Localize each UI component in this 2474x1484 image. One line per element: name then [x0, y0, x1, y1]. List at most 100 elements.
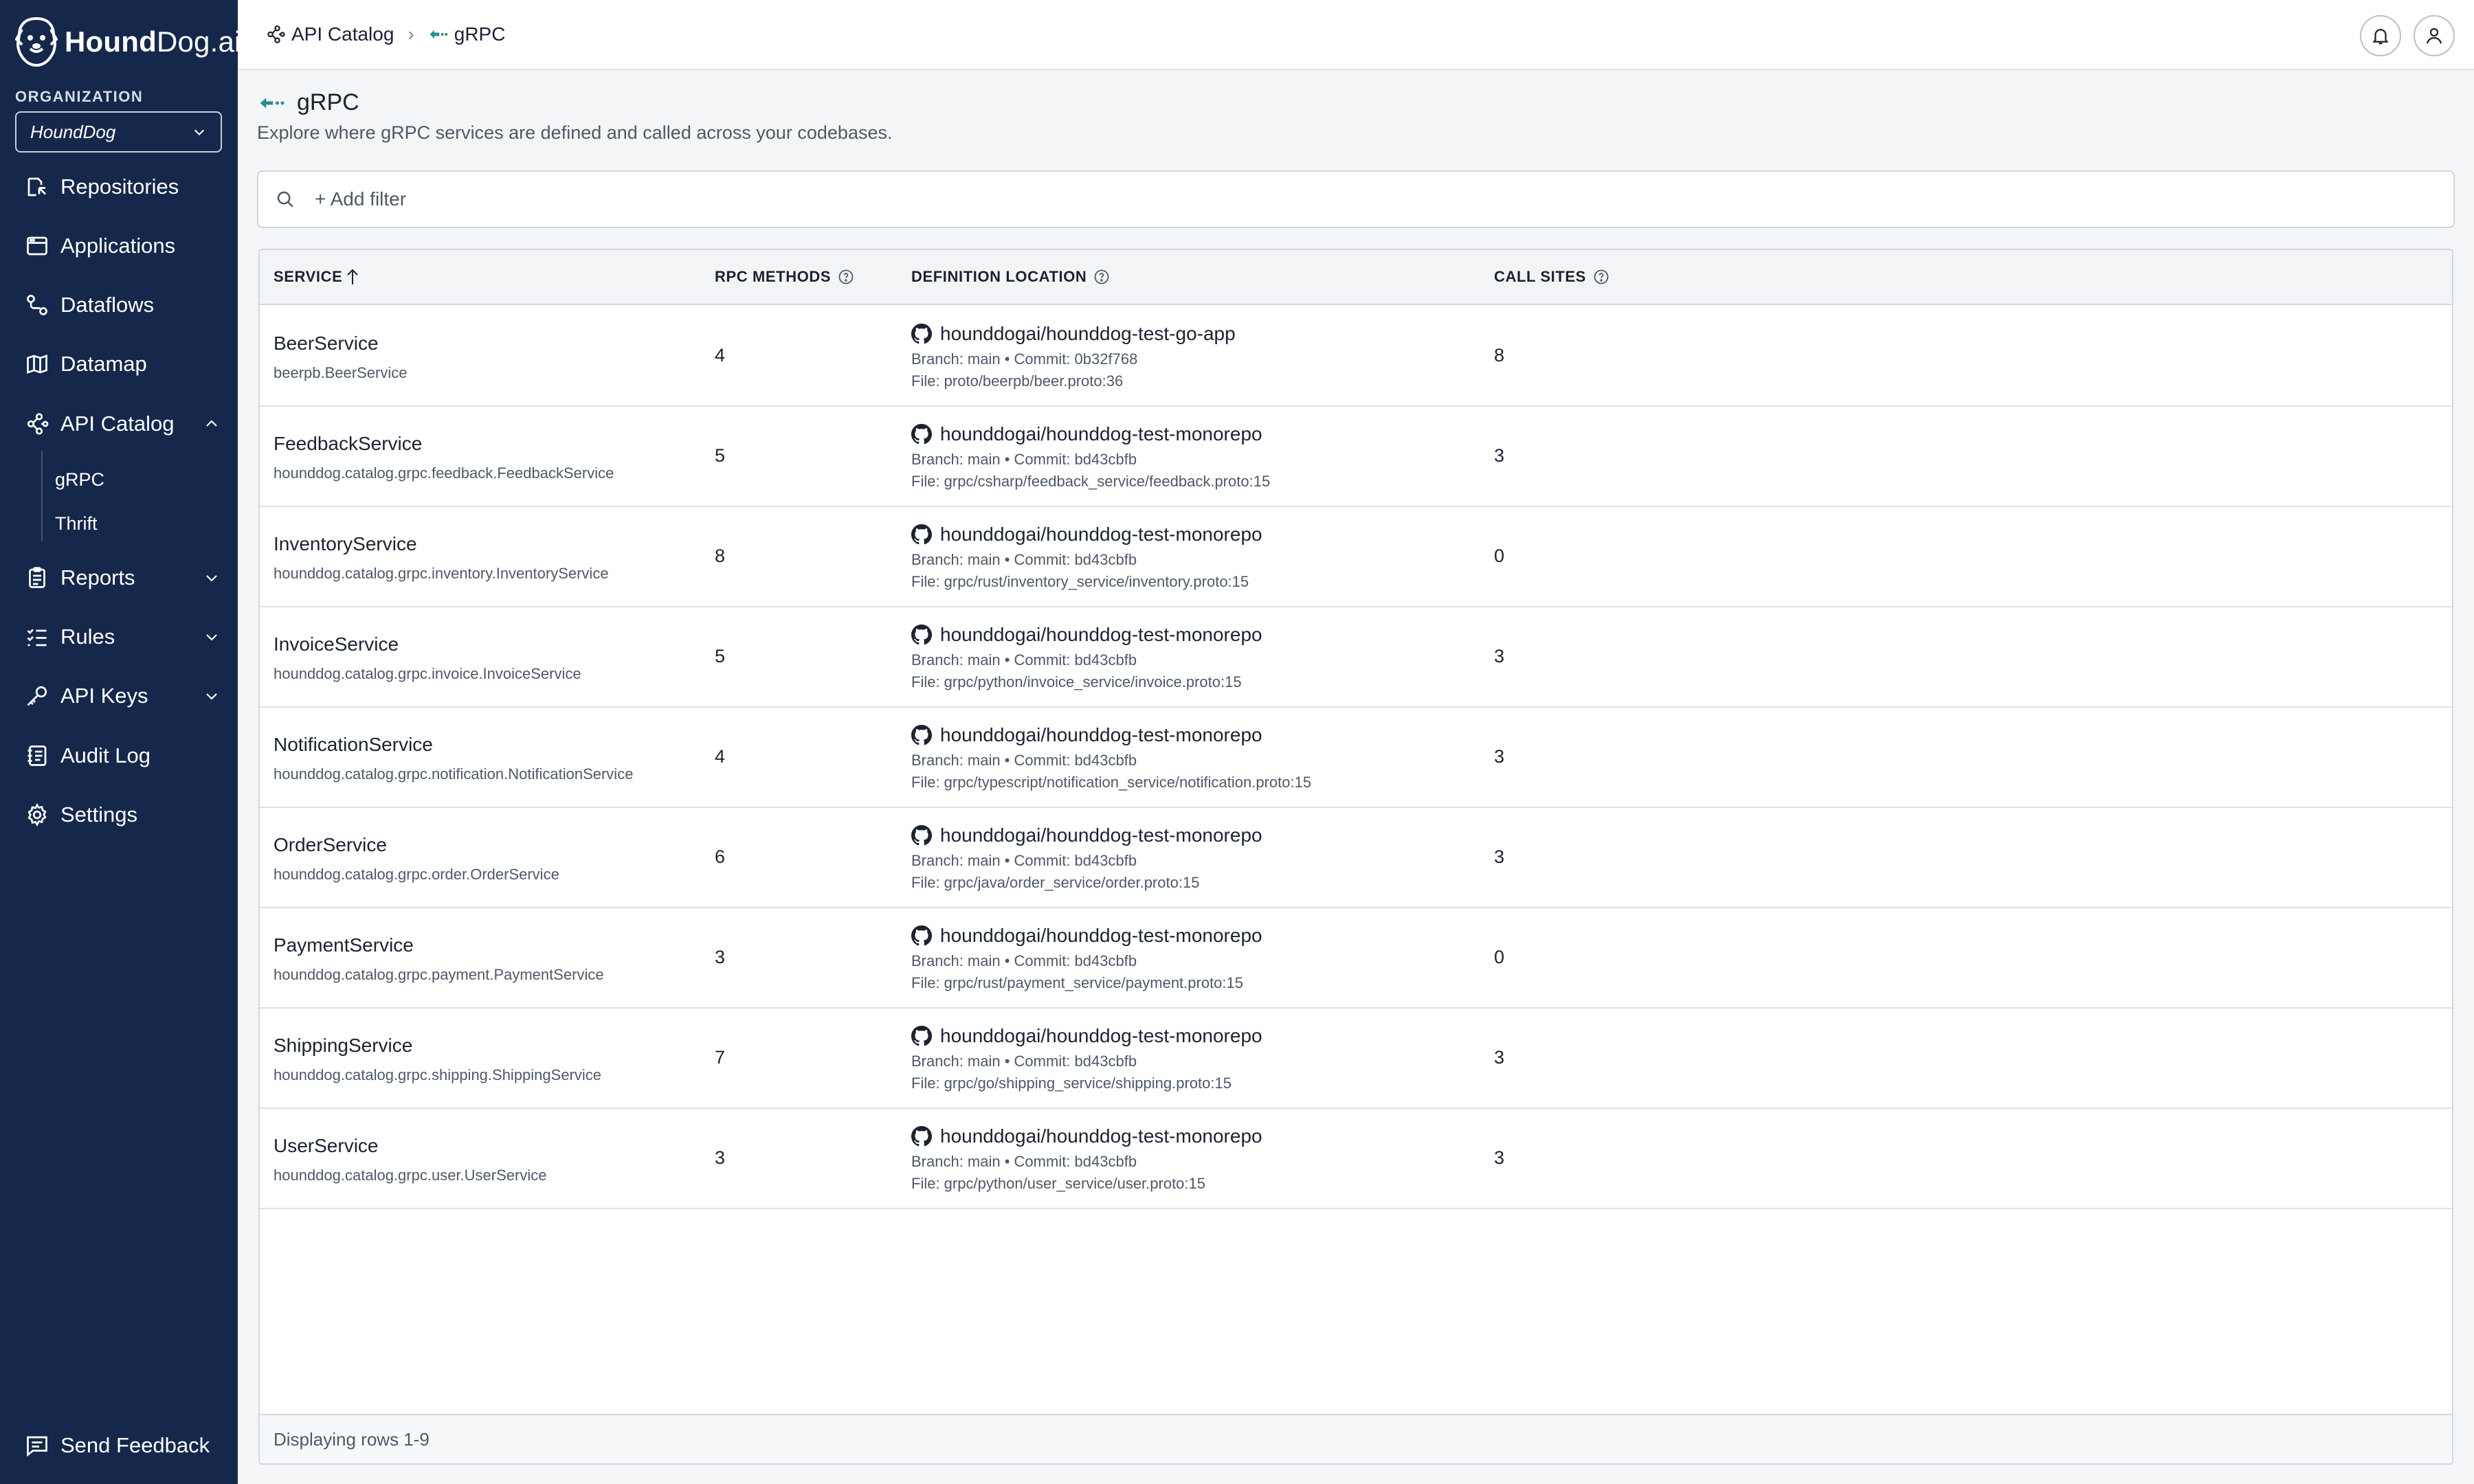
- sidebar: HoundDog.ai ORGANIZATION HoundDog Reposi…: [0, 0, 241, 1484]
- sidebar-item-label: Datamap: [60, 352, 147, 376]
- definition-file: File: grpc/rust/inventory_service/invent…: [911, 573, 1249, 590]
- github-icon: [911, 1126, 932, 1147]
- clipboard-icon: [25, 565, 49, 590]
- sidebar-item-label: API Keys: [60, 684, 148, 708]
- sidebar-item-reports[interactable]: Reports: [0, 557, 238, 598]
- brand-logo[interactable]: HoundDog.ai: [15, 12, 241, 71]
- log-icon: [25, 743, 49, 768]
- chevron-down-icon[interactable]: [203, 629, 220, 645]
- table-row[interactable]: ShippingService hounddog.catalog.grpc.sh…: [260, 1009, 2452, 1109]
- service-name[interactable]: BeerService: [274, 333, 379, 355]
- definition-repo[interactable]: hounddogai/hounddog-test-monorepo: [911, 1025, 1262, 1047]
- page-description: Explore where gRPC services are defined …: [257, 122, 893, 143]
- add-filter-button[interactable]: + Add filter: [315, 188, 406, 210]
- rpc-methods-count: 8: [715, 546, 726, 566]
- table-row[interactable]: UserService hounddog.catalog.grpc.user.U…: [260, 1109, 2452, 1209]
- definition-repo[interactable]: hounddogai/hounddog-test-monorepo: [911, 624, 1262, 646]
- definition-branch-commit: Branch: main • Commit: bd43cbfb: [911, 952, 1137, 969]
- breadcrumb-api-catalog[interactable]: API Catalog: [291, 23, 394, 45]
- sidebar-item-settings[interactable]: Settings: [0, 794, 238, 835]
- chevron-up-icon[interactable]: [203, 416, 220, 432]
- definition-repo-name: hounddogai/hounddog-test-monorepo: [940, 1025, 1262, 1046]
- sidebar-item-label: Rules: [60, 625, 115, 649]
- sidebar-item-dataflows[interactable]: Dataflows: [0, 284, 238, 326]
- definition-branch-commit: Branch: main • Commit: 0b32f768: [911, 350, 1138, 368]
- service-full-name: hounddog.catalog.grpc.order.OrderService: [274, 866, 559, 883]
- table-row[interactable]: OrderService hounddog.catalog.grpc.order…: [260, 808, 2452, 908]
- application-window-icon: [25, 234, 49, 258]
- column-header-rpc-methods[interactable]: RPC METHODS: [715, 268, 854, 286]
- service-name[interactable]: ShippingService: [274, 1035, 412, 1057]
- service-name[interactable]: PaymentService: [274, 934, 414, 956]
- definition-file: File: grpc/rust/payment_service/payment.…: [911, 974, 1244, 991]
- table-row[interactable]: PaymentService hounddog.catalog.grpc.pay…: [260, 908, 2452, 1009]
- rpc-methods-count: 3: [715, 947, 726, 967]
- sidebar-item-audit-log[interactable]: Audit Log: [0, 735, 238, 776]
- github-icon: [911, 1026, 932, 1046]
- table-header: SERVICE RPC METHODS DEFINITION LOCATION …: [260, 250, 2452, 305]
- service-name[interactable]: OrderService: [274, 834, 387, 856]
- table-row[interactable]: NotificationService hounddog.catalog.grp…: [260, 708, 2452, 808]
- table-row[interactable]: InvoiceService hounddog.catalog.grpc.inv…: [260, 607, 2452, 708]
- definition-file: File: grpc/python/invoice_service/invoic…: [911, 673, 1242, 690]
- sidebar-item-label: Reports: [60, 565, 135, 589]
- definition-repo[interactable]: hounddogai/hounddog-test-go-app: [911, 323, 1236, 345]
- help-circle-icon[interactable]: [1093, 269, 1110, 285]
- column-header-call-sites[interactable]: CALL SITES: [1494, 268, 1609, 286]
- sidebar-item-datamap[interactable]: Datamap: [0, 344, 238, 385]
- sort-ascending-icon[interactable]: [345, 268, 360, 286]
- definition-repo-name: hounddogai/hounddog-test-monorepo: [940, 925, 1262, 946]
- sidebar-item-rules[interactable]: Rules: [0, 616, 238, 657]
- chevron-down-icon[interactable]: [203, 570, 220, 586]
- sidebar-item-api-keys[interactable]: API Keys: [0, 675, 238, 717]
- column-header-service[interactable]: SERVICE: [274, 268, 360, 286]
- definition-repo-name: hounddogai/hounddog-test-go-app: [940, 323, 1236, 344]
- sidebar-item-label: Repositories: [60, 175, 179, 199]
- feedback-icon: [25, 1433, 49, 1458]
- table-row[interactable]: BeerService beerpb.BeerService 4 hounddo…: [260, 306, 2452, 407]
- github-icon: [911, 324, 932, 344]
- service-name[interactable]: InventoryService: [274, 533, 417, 555]
- sidebar-item-api-catalog[interactable]: API Catalog: [0, 403, 238, 445]
- chevron-down-icon[interactable]: [203, 688, 220, 704]
- filter-bar[interactable]: + Add filter: [257, 170, 2455, 228]
- rpc-methods-count: 4: [715, 746, 726, 767]
- service-name[interactable]: FeedbackService: [274, 433, 422, 455]
- notifications-button[interactable]: [2360, 15, 2401, 56]
- organization-select[interactable]: HoundDog: [15, 111, 222, 153]
- table-row[interactable]: InventoryService hounddog.catalog.grpc.i…: [260, 507, 2452, 607]
- rpc-methods-count: 4: [715, 345, 726, 366]
- definition-repo[interactable]: hounddogai/hounddog-test-monorepo: [911, 423, 1262, 445]
- service-full-name: beerpb.BeerService: [274, 364, 408, 381]
- service-full-name: hounddog.catalog.grpc.payment.PaymentSer…: [274, 966, 604, 983]
- checklist-icon: [25, 625, 49, 649]
- sidebar-subitem-grpc[interactable]: gRPC: [55, 466, 104, 493]
- help-circle-icon[interactable]: [1593, 269, 1609, 285]
- page-title-text: gRPC: [297, 89, 359, 115]
- service-full-name: hounddog.catalog.grpc.shipping.ShippingS…: [274, 1066, 602, 1083]
- column-header-definition-location[interactable]: DEFINITION LOCATION: [911, 268, 1110, 286]
- user-menu-button[interactable]: [2414, 15, 2455, 56]
- definition-repo[interactable]: hounddogai/hounddog-test-monorepo: [911, 824, 1262, 846]
- definition-repo-name: hounddogai/hounddog-test-monorepo: [940, 724, 1262, 745]
- sidebar-item-repositories[interactable]: Repositories: [0, 166, 238, 207]
- rpc-methods-count: 6: [715, 846, 726, 867]
- table-row[interactable]: FeedbackService hounddog.catalog.grpc.fe…: [260, 407, 2452, 507]
- sidebar-item-applications[interactable]: Applications: [0, 225, 238, 267]
- sidebar-subitem-thrift[interactable]: Thrift: [55, 510, 98, 537]
- brand-name: HoundDog.ai: [65, 25, 241, 58]
- service-name[interactable]: UserService: [274, 1135, 378, 1157]
- service-name[interactable]: NotificationService: [274, 734, 433, 756]
- definition-repo[interactable]: hounddogai/hounddog-test-monorepo: [911, 1125, 1262, 1147]
- page-title: gRPC: [258, 89, 359, 116]
- definition-repo[interactable]: hounddogai/hounddog-test-monorepo: [911, 524, 1262, 546]
- send-feedback-button[interactable]: Send Feedback: [0, 1425, 238, 1466]
- gear-icon: [25, 802, 49, 827]
- submenu-rail: [41, 451, 43, 541]
- definition-repo[interactable]: hounddogai/hounddog-test-monorepo: [911, 925, 1262, 947]
- service-name[interactable]: InvoiceService: [274, 633, 399, 655]
- help-circle-icon[interactable]: [838, 269, 854, 285]
- column-header-label: CALL SITES: [1494, 268, 1586, 285]
- definition-repo[interactable]: hounddogai/hounddog-test-monorepo: [911, 724, 1262, 746]
- definition-repo-name: hounddogai/hounddog-test-monorepo: [940, 524, 1262, 545]
